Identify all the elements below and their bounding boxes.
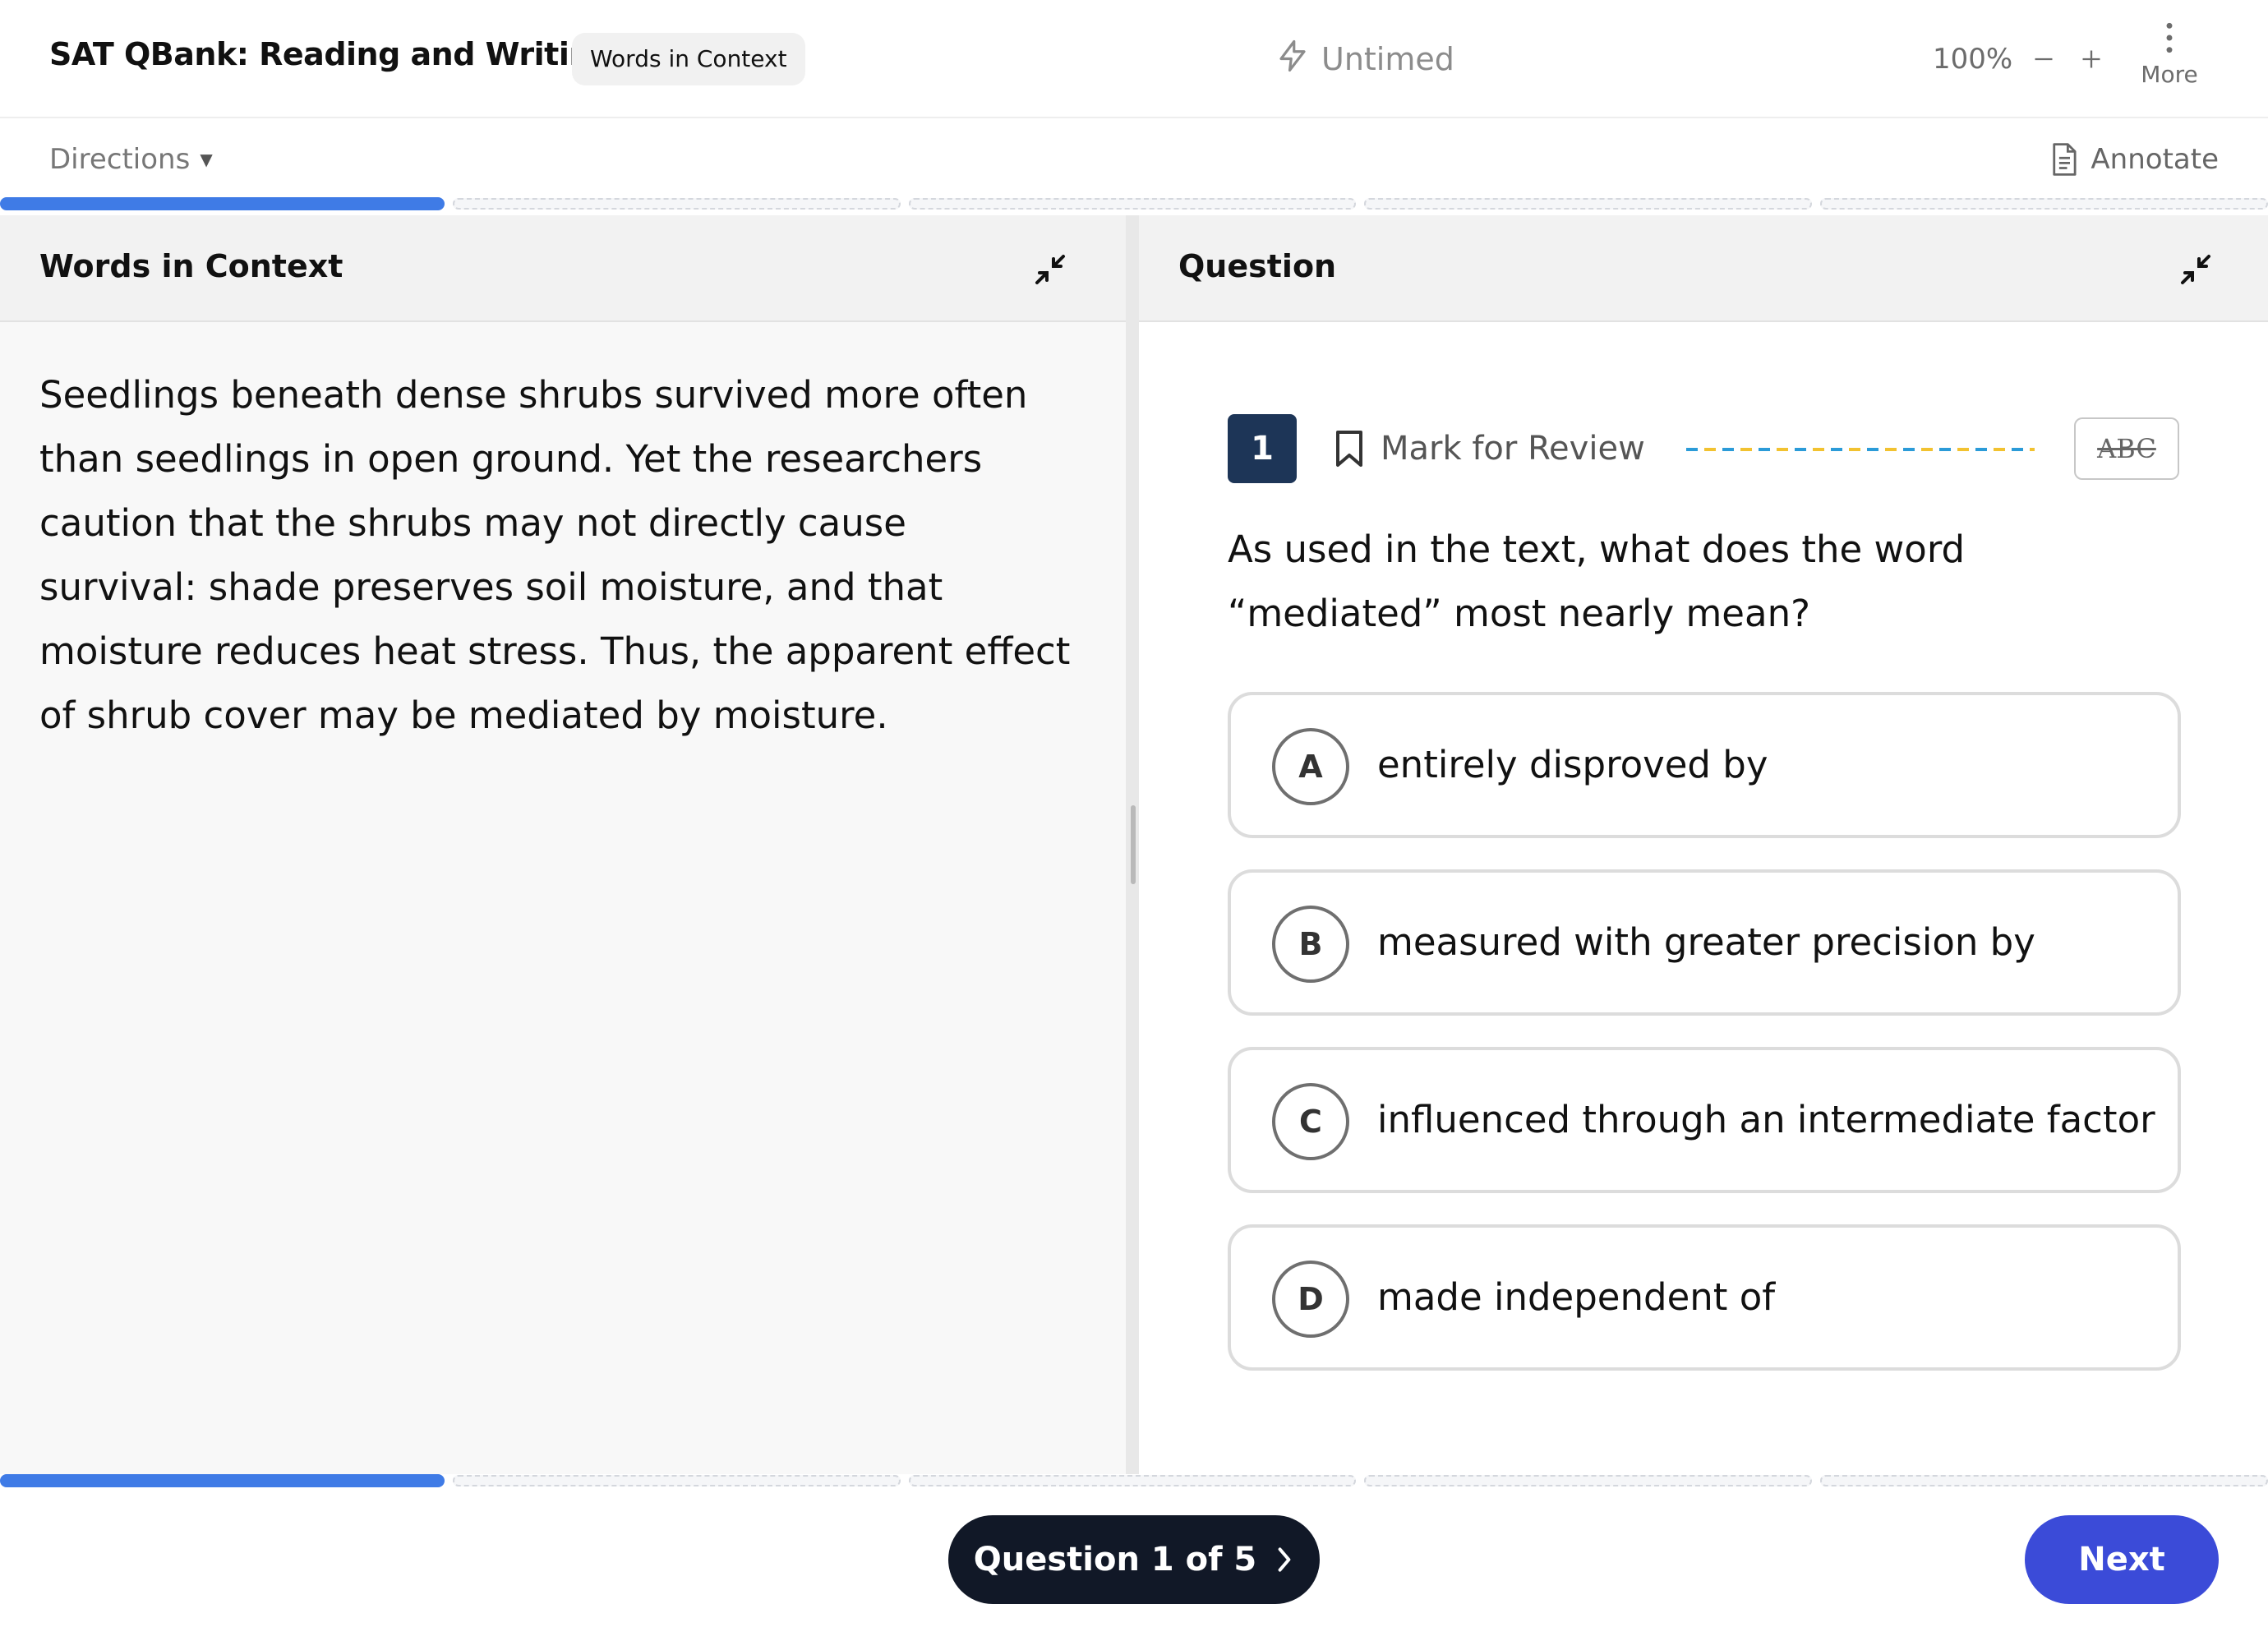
question-pane: Question 1 Mark for Review ABC As used i… [1139,215,2268,1474]
strikethrough-toggle-button[interactable]: ABC [2074,417,2179,480]
choice-letter: B [1272,906,1349,983]
mark-for-review-button[interactable]: Mark for Review [1333,426,1645,472]
progress-segment [452,1475,901,1486]
zoom-controls: 100% [1933,38,2108,81]
chevron-right-icon [1278,1547,1291,1572]
progress-segment [1364,1475,1813,1486]
question-navigator-button[interactable]: Question 1 of 5 [948,1515,1320,1604]
resize-handle[interactable] [1131,805,1136,884]
app-title: SAT QBank: Reading and Writing [49,36,613,72]
choice-letter: C [1272,1083,1349,1160]
section-badge: Words in Context [572,33,805,85]
question-stem: As used in the text, what does the word … [1228,528,1966,635]
question-number: 1 [1228,414,1297,483]
progress-bar-bottom [0,1473,2268,1489]
progress-segment [452,198,901,210]
timer-label: Untimed [1321,41,1454,77]
mark-for-review-label: Mark for Review [1381,430,1645,468]
progress-segment [1820,198,2268,210]
progress-segment [1820,1475,2268,1486]
bookmark-icon [1336,431,1362,467]
question-navigator-label: Question 1 of 5 [973,1541,1257,1579]
document-icon [2053,143,2077,176]
more-menu-button[interactable]: More [2128,21,2210,100]
passage-pane-title: Words in Context [39,248,343,284]
progress-segment [1364,198,1813,210]
zoom-out-button[interactable] [2027,43,2060,76]
progress-bar-top [0,196,2268,212]
annotate-button[interactable]: Annotate [2049,138,2219,181]
lightning-icon [1275,39,1310,81]
choice-letter: A [1272,728,1349,805]
minus-icon [2035,58,2053,61]
question-header: 1 Mark for Review ABC [1228,414,2181,483]
progress-segment [0,1474,445,1487]
passage-pane-header: Words in Context [0,215,1126,322]
collapse-icon [2181,255,2210,284]
passage-text: Seedlings beneath dense shrubs survived … [39,373,1071,737]
answer-choice-b[interactable]: B measured with greater precision by [1228,869,2181,1016]
question-pane-title: Question [1178,248,1337,284]
footer: Question 1 of 5 Next [0,1491,2268,1627]
practice-app: SAT QBank: Reading and Writing Words in … [0,0,2268,1627]
zoom-level: 100% [1933,43,2013,76]
zoom-in-button[interactable] [2075,43,2108,76]
progress-segment [0,197,445,210]
progress-segment [908,1475,1357,1486]
choice-text: measured with greater precision by [1377,920,2035,964]
directions-dropdown[interactable]: Directions ▼ [49,140,213,179]
answer-choice-c[interactable]: C influenced through an intermediate fac… [1228,1047,2181,1193]
sub-header: Directions ▼ Annotate [0,120,2268,199]
choice-text: made independent of [1377,1275,1776,1319]
dashed-divider [1686,448,2035,451]
passage-pane: Words in Context Seedlings beneath dense… [0,215,1126,1474]
choice-text: influenced through an intermediate facto… [1377,1098,2155,1141]
collapse-icon [1035,255,1065,284]
caret-down-icon: ▼ [200,150,213,169]
annotate-label: Annotate [2091,143,2219,176]
plus-icon [2082,50,2100,68]
top-header: SAT QBank: Reading and Writing Words in … [0,0,2268,118]
vertical-dots-icon [2166,22,2173,53]
choice-letter: D [1272,1261,1349,1338]
answer-choice-a[interactable]: A entirely disproved by [1228,692,2181,838]
directions-label: Directions [49,143,191,176]
progress-segment [908,198,1357,210]
more-label: More [2141,61,2198,88]
collapse-passage-button[interactable] [1030,250,1070,289]
choice-text: entirely disproved by [1377,743,1768,786]
collapse-question-button[interactable] [2176,250,2215,289]
timer[interactable]: Untimed [1275,36,1454,82]
next-button[interactable]: Next [2025,1515,2219,1604]
question-pane-header: Question [1139,215,2268,322]
answer-choice-d[interactable]: D made independent of [1228,1224,2181,1371]
